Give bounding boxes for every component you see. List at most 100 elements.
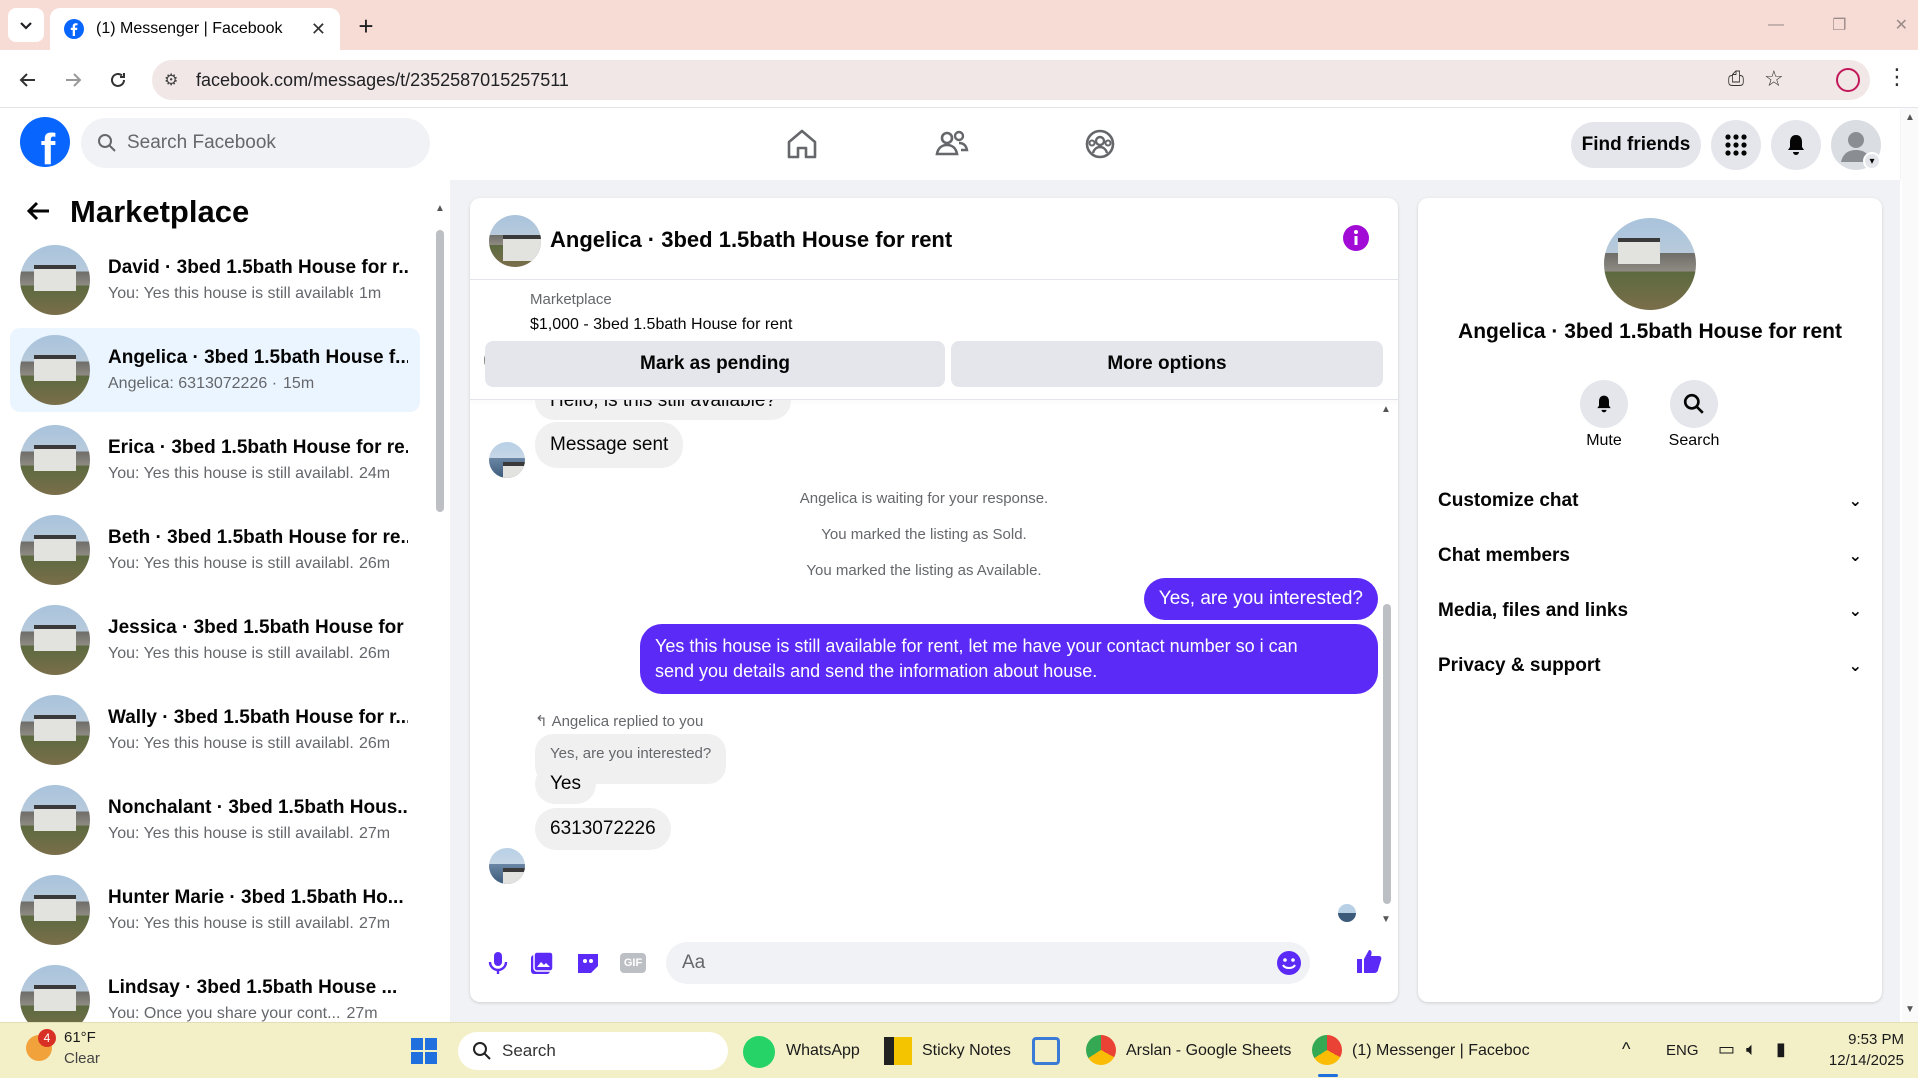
message-bubble-incoming[interactable]: Message sent <box>535 422 684 468</box>
notifications-button[interactable] <box>1771 120 1821 170</box>
bookmark-star-icon[interactable]: ☆ <box>1764 66 1784 92</box>
sticker-icon[interactable] <box>575 950 601 976</box>
conversation-name: Nonchalant · 3bed 1.5bath Hous... <box>108 797 408 818</box>
back-arrow-icon[interactable] <box>26 198 52 231</box>
chrome-icon[interactable] <box>1312 1035 1342 1065</box>
customize-chat-section[interactable]: Customize chat ⌄ <box>1438 490 1862 512</box>
conversation-item[interactable]: Lindsay · 3bed 1.5bath House ... You: Onc… <box>10 958 420 1022</box>
clock-date[interactable]: 12/14/2025 <box>1818 1052 1904 1069</box>
groups-icon[interactable] <box>1078 122 1122 166</box>
taskbar-app-label[interactable]: Arslan - Google Sheets <box>1126 1042 1291 1060</box>
microphone-icon[interactable] <box>487 950 509 976</box>
info-icon[interactable] <box>1342 224 1370 252</box>
find-friends-button[interactable]: Find friends <box>1571 122 1701 168</box>
conversation-time: 26m <box>359 645 391 662</box>
details-name: Angelica · 3bed 1.5bath House for rent <box>1458 320 1842 343</box>
thumbs-up-icon[interactable] <box>1355 947 1383 975</box>
taskbar-app-label[interactable]: (1) Messenger | Faceboc <box>1352 1042 1530 1060</box>
conversation-preview: You: Yes this house is still availabl... <box>108 735 353 752</box>
minimize-icon[interactable]: — <box>1768 16 1784 34</box>
listing-title[interactable]: $1,000 - 3bed 1.5bath House for rent <box>530 316 792 334</box>
conversation-item[interactable]: Erica · 3bed 1.5bath House for re... You:… <box>10 418 420 502</box>
inbox-scrollbar[interactable]: ▲ ▼ <box>434 198 446 1014</box>
friends-icon[interactable] <box>930 122 974 166</box>
facebook-search-input[interactable]: Search Facebook <box>81 118 430 168</box>
mark-as-pending-button[interactable]: Mark as pending <box>485 341 945 387</box>
conversation-item[interactable]: Beth · 3bed 1.5bath House for re... You: … <box>10 508 420 592</box>
close-window-icon[interactable]: ✕ <box>1895 15 1908 35</box>
address-bar[interactable]: ⚙ facebook.com/messages/t/23525870152575… <box>152 60 1870 100</box>
tab-search-button[interactable] <box>8 8 44 42</box>
conversation-item[interactable]: Jessica · 3bed 1.5bath House for ... You:… <box>10 598 420 682</box>
chat-title[interactable]: Angelica · 3bed 1.5bath House for rent <box>550 227 952 253</box>
privacy-support-section[interactable]: Privacy & support ⌄ <box>1438 655 1862 677</box>
scroll-down-icon[interactable]: ▼ <box>1905 1004 1915 1015</box>
chat-header-avatar[interactable] <box>489 215 541 267</box>
close-tab-icon[interactable]: ✕ <box>311 19 326 40</box>
taskbar-app-label[interactable]: WhatsApp <box>786 1042 860 1060</box>
taskbar-app-label[interactable]: Sticky Notes <box>922 1042 1011 1060</box>
conversation-item[interactable]: Angelica · 3bed 1.5bath House f... Angeli… <box>10 328 420 412</box>
chevron-up-icon[interactable]: ^ <box>1622 1039 1630 1060</box>
back-button[interactable] <box>10 62 46 98</box>
language-indicator[interactable]: ENG <box>1666 1042 1699 1059</box>
taskbar-search[interactable]: Search <box>458 1032 728 1070</box>
conversation-avatar <box>20 785 90 855</box>
account-avatar[interactable]: ▾ <box>1831 120 1881 170</box>
profile-icon[interactable] <box>1836 68 1860 92</box>
details-avatar[interactable] <box>1604 218 1696 310</box>
browser-menu-icon[interactable]: ⋮ <box>1886 64 1908 90</box>
scroll-down-icon[interactable]: ▼ <box>1381 914 1391 925</box>
menu-button[interactable] <box>1711 120 1761 170</box>
conversation-item[interactable]: Wally · 3bed 1.5bath House for r... You: … <box>10 688 420 772</box>
volume-icon[interactable]: 🔈︎ <box>1746 1039 1757 1060</box>
conversation-item[interactable]: David · 3bed 1.5bath House for r... You: … <box>10 238 420 322</box>
whatsapp-icon[interactable] <box>743 1036 775 1068</box>
media-files-links-section[interactable]: Media, files and links ⌄ <box>1438 600 1862 622</box>
conversation-preview: You: Yes this house is still available .… <box>108 285 353 302</box>
network-icon[interactable]: ▭ <box>1718 1039 1735 1060</box>
scroll-up-icon[interactable]: ▲ <box>435 203 445 214</box>
conversation-preview: You: Yes this house is still availabl... <box>108 915 353 932</box>
conversation-item[interactable]: Nonchalant · 3bed 1.5bath Hous... You: Ye… <box>10 778 420 862</box>
install-app-icon[interactable]: ⎙ <box>1728 68 1744 91</box>
conversation-preview: You: Yes this house is still availabl... <box>108 825 353 842</box>
restore-icon[interactable]: ❐ <box>1832 15 1846 35</box>
snipping-tool-icon[interactable] <box>1032 1037 1060 1065</box>
message-bubble-outgoing[interactable]: Yes this house is still available for re… <box>640 624 1378 694</box>
more-options-button[interactable]: More options <box>951 341 1383 387</box>
scroll-up-icon[interactable]: ▲ <box>1381 404 1391 415</box>
sender-avatar[interactable] <box>489 848 525 884</box>
site-info-icon[interactable]: ⚙ <box>164 70 178 90</box>
message-bubble-outgoing[interactable]: Yes, are you interested? <box>1143 578 1378 620</box>
facebook-logo[interactable]: f <box>20 117 70 167</box>
new-tab-button[interactable]: + <box>348 8 384 44</box>
chat-members-section[interactable]: Chat members ⌄ <box>1438 545 1862 567</box>
scroll-up-icon[interactable]: ▲ <box>1905 112 1915 123</box>
clock-time[interactable]: 9:53 PM <box>1836 1031 1904 1048</box>
message-bubble-incoming[interactable]: Yes <box>535 764 596 804</box>
browser-tab-active[interactable]: (1) Messenger | Facebook ✕ <box>50 8 340 50</box>
forward-button[interactable] <box>55 62 91 98</box>
search-in-chat-button[interactable] <box>1670 380 1718 428</box>
message-bubble-incoming[interactable]: Hello, is this still available? <box>535 400 791 420</box>
home-icon[interactable] <box>780 122 824 166</box>
page-scrollbar[interactable]: ▲ ▼ <box>1902 108 1918 1022</box>
windows-start-icon[interactable] <box>410 1037 438 1065</box>
thread-scrollbar[interactable]: ▲ ▼ <box>1380 404 1394 926</box>
scroll-thumb[interactable] <box>436 230 444 512</box>
scroll-thumb[interactable] <box>1383 604 1391 904</box>
gif-icon[interactable]: GIF <box>620 953 646 973</box>
message-bubble-incoming[interactable]: 6313072226 <box>535 808 671 850</box>
conversation-item[interactable]: Hunter Marie · 3bed 1.5bath Ho... You: Ye… <box>10 868 420 952</box>
mute-button[interactable] <box>1580 380 1628 428</box>
reload-button[interactable] <box>100 62 136 98</box>
battery-icon[interactable]: ▮ <box>1776 1039 1786 1060</box>
chrome-icon[interactable] <box>1086 1035 1116 1065</box>
section-label: Chat members <box>1438 545 1570 566</box>
photo-icon[interactable] <box>529 950 555 976</box>
sticky-notes-icon[interactable] <box>884 1037 912 1065</box>
sender-avatar[interactable] <box>489 442 525 478</box>
message-input[interactable]: Aa <box>666 942 1310 984</box>
emoji-icon[interactable] <box>1276 950 1302 976</box>
